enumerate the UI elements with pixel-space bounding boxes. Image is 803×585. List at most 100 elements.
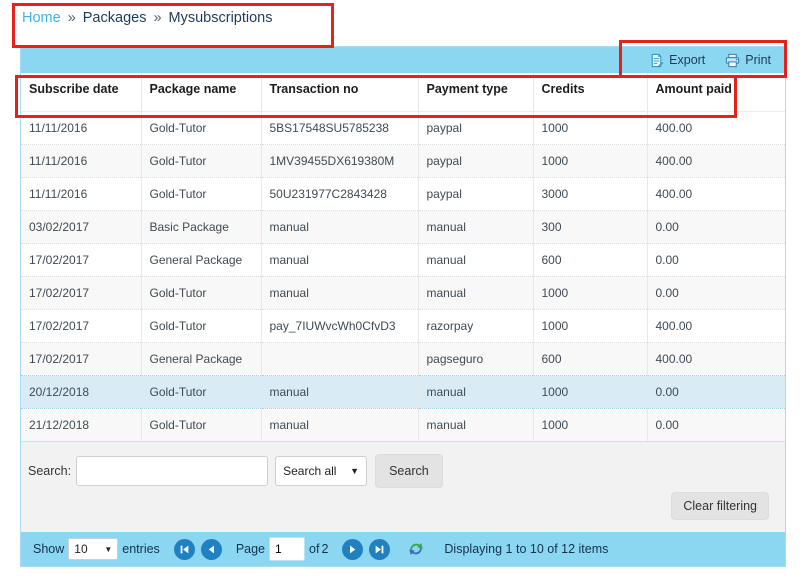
table-cell: 0.00 <box>647 375 785 408</box>
breadcrumb-separator: » <box>153 10 161 26</box>
table-cell: 3000 <box>533 177 647 210</box>
page-label: Page <box>236 542 265 556</box>
of-label: of <box>309 542 319 556</box>
table-cell: 0.00 <box>647 210 785 243</box>
table-cell: 1000 <box>533 309 647 342</box>
table-cell: manual <box>261 375 418 408</box>
next-page-button[interactable] <box>342 539 363 560</box>
column-header-3[interactable]: Payment type <box>418 73 533 111</box>
table-cell: 5BS17548SU5785238 <box>261 111 418 144</box>
search-label: Search: <box>28 464 71 478</box>
table-cell: Gold-Tutor <box>141 408 261 441</box>
table-cell: 400.00 <box>647 111 785 144</box>
mysubscriptions-page: Home»Packages»Mysubscriptions Export <box>0 0 803 585</box>
table-cell: 400.00 <box>647 342 785 375</box>
column-header-5[interactable]: Amount paid <box>647 73 785 111</box>
table-cell: 0.00 <box>647 408 785 441</box>
table-cell: 21/12/2018 <box>21 408 141 441</box>
column-header-1[interactable]: Package name <box>141 73 261 111</box>
entries-per-page-value: 10 <box>74 542 87 556</box>
table-row[interactable]: 03/02/2017Basic Packagemanualmanual3000.… <box>21 210 785 243</box>
table-cell: pagseguro <box>418 342 533 375</box>
table-cell: 03/02/2017 <box>21 210 141 243</box>
table-cell: 400.00 <box>647 144 785 177</box>
search-button[interactable]: Search <box>375 454 443 488</box>
table-row[interactable]: 11/11/2016Gold-Tutor50U231977C2843428pay… <box>21 177 785 210</box>
subscriptions-table: Subscribe datePackage nameTransaction no… <box>21 73 785 441</box>
previous-page-button[interactable] <box>201 539 222 560</box>
table-cell <box>261 342 418 375</box>
breadcrumb: Home»Packages»Mysubscriptions <box>22 10 272 26</box>
breadcrumb-packages-link[interactable]: Packages <box>83 10 147 26</box>
table-cell: manual <box>261 243 418 276</box>
pagination-bar: Show 10 ▼ entries Page <box>21 532 785 566</box>
column-header-4[interactable]: Credits <box>533 73 647 111</box>
table-cell: General Package <box>141 342 261 375</box>
table-cell: Gold-Tutor <box>141 276 261 309</box>
breadcrumb-current: Mysubscriptions <box>169 10 273 26</box>
table-cell: 11/11/2016 <box>21 111 141 144</box>
grid-toolbar: Export Print <box>21 47 785 73</box>
table-cell: 300 <box>533 210 647 243</box>
search-input[interactable] <box>76 456 268 486</box>
page-number-input[interactable] <box>269 537 305 561</box>
table-cell: General Package <box>141 243 261 276</box>
pagination-status: Displaying 1 to 10 of 12 items <box>444 542 608 556</box>
first-page-button[interactable] <box>174 539 195 560</box>
table-cell: 1000 <box>533 408 647 441</box>
next-page-icon <box>347 544 358 555</box>
table-cell: paypal <box>418 144 533 177</box>
table-cell: 400.00 <box>647 177 785 210</box>
table-cell: 17/02/2017 <box>21 243 141 276</box>
table-cell: manual <box>418 375 533 408</box>
table-cell: 17/02/2017 <box>21 309 141 342</box>
export-icon <box>649 53 664 68</box>
column-header-0[interactable]: Subscribe date <box>21 73 141 111</box>
table-row[interactable]: 17/02/2017General Packagepagseguro600400… <box>21 342 785 375</box>
table-cell: manual <box>418 408 533 441</box>
print-button[interactable]: Print <box>725 53 771 68</box>
breadcrumb-home-link[interactable]: Home <box>22 10 61 26</box>
refresh-icon[interactable] <box>408 541 424 557</box>
table-cell: 1000 <box>533 144 647 177</box>
table-cell: manual <box>261 408 418 441</box>
table-row[interactable]: 17/02/2017Gold-Tutormanualmanual10000.00 <box>21 276 785 309</box>
table-cell: 50U231977C2843428 <box>261 177 418 210</box>
column-header-2[interactable]: Transaction no <box>261 73 418 111</box>
entries-per-page-select[interactable]: 10 ▼ <box>68 538 118 560</box>
table-cell: 0.00 <box>647 276 785 309</box>
table-row[interactable]: 20/12/2018Gold-Tutormanualmanual10000.00 <box>21 375 785 408</box>
first-page-icon <box>179 544 190 555</box>
search-scope-select[interactable]: Search all ▼ <box>275 456 367 486</box>
print-icon <box>725 53 740 68</box>
table-cell: 20/12/2018 <box>21 375 141 408</box>
table-row[interactable]: 17/02/2017General Packagemanualmanual600… <box>21 243 785 276</box>
show-label: Show <box>33 542 64 556</box>
table-cell: 1000 <box>533 111 647 144</box>
table-cell: 400.00 <box>647 309 785 342</box>
export-button-label: Export <box>669 53 705 67</box>
table-row[interactable]: 17/02/2017Gold-Tutorpay_7IUWvcWh0CfvD3ra… <box>21 309 785 342</box>
table-cell: Gold-Tutor <box>141 375 261 408</box>
subscriptions-grid-panel: Export Print Subscribe da <box>20 46 786 567</box>
table-cell: pay_7IUWvcWh0CfvD3 <box>261 309 418 342</box>
table-row[interactable]: 21/12/2018Gold-Tutormanualmanual10000.00 <box>21 408 785 441</box>
table-cell: Basic Package <box>141 210 261 243</box>
table-cell: manual <box>261 276 418 309</box>
table-cell: manual <box>418 243 533 276</box>
table-cell: paypal <box>418 111 533 144</box>
table-cell: 11/11/2016 <box>21 177 141 210</box>
last-page-icon <box>374 544 385 555</box>
table-row[interactable]: 11/11/2016Gold-Tutor5BS17548SU5785238pay… <box>21 111 785 144</box>
table-row[interactable]: 11/11/2016Gold-Tutor1MV39455DX619380Mpay… <box>21 144 785 177</box>
table-cell: manual <box>418 210 533 243</box>
last-page-button[interactable] <box>369 539 390 560</box>
chevron-down-icon: ▼ <box>350 466 359 476</box>
clear-filtering-button[interactable]: Clear filtering <box>671 492 769 520</box>
table-header-row: Subscribe datePackage nameTransaction no… <box>21 73 785 111</box>
export-button[interactable]: Export <box>649 53 705 68</box>
table-cell: Gold-Tutor <box>141 144 261 177</box>
table-cell: 1MV39455DX619380M <box>261 144 418 177</box>
table-cell: 600 <box>533 243 647 276</box>
table-cell: manual <box>261 210 418 243</box>
